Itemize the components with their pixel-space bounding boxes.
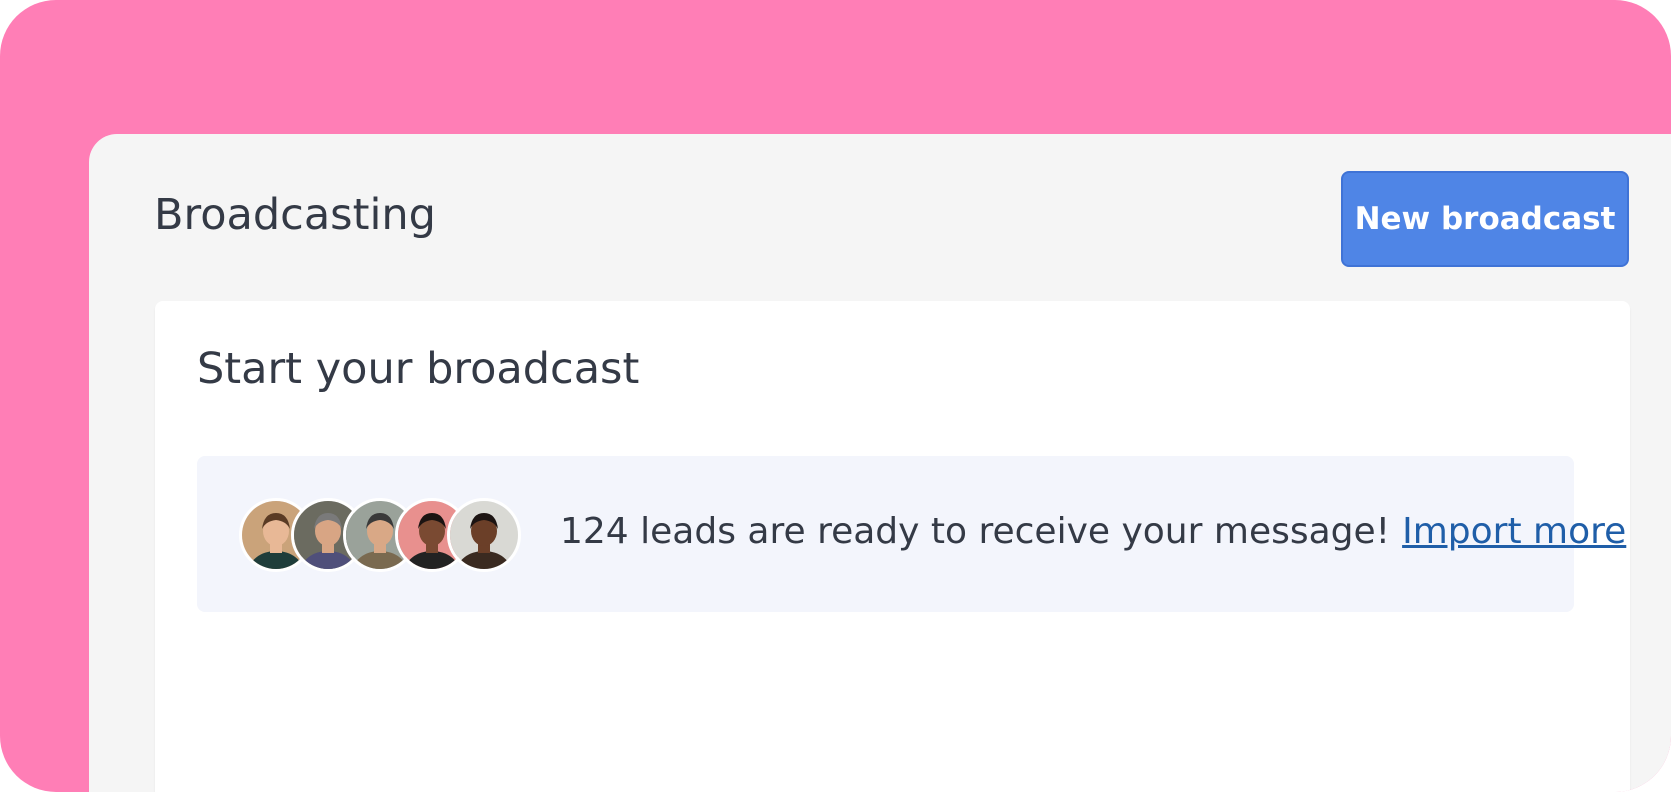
leads-message: 124 leads are ready to receive your mess… [560, 510, 1626, 553]
import-more-link[interactable]: Import more [1402, 511, 1626, 552]
leads-banner: 124 leads are ready to receive your mess… [197, 456, 1626, 612]
app-window: Broadcasting New broadcast Start your br… [89, 134, 1671, 792]
pink-background-frame: Broadcasting New broadcast Start your br… [0, 0, 1671, 792]
card-title: Start your broadcast [197, 344, 640, 394]
page-title: Broadcasting [154, 190, 436, 240]
avatar-woman-portrait [447, 498, 521, 572]
avatar-stack [239, 498, 539, 572]
leads-count-text: 124 leads are ready to receive your mess… [560, 511, 1391, 552]
new-broadcast-button[interactable]: New broadcast [1341, 171, 1629, 267]
start-broadcast-card: Start your broadcast 124 leads are ready… [155, 301, 1630, 792]
